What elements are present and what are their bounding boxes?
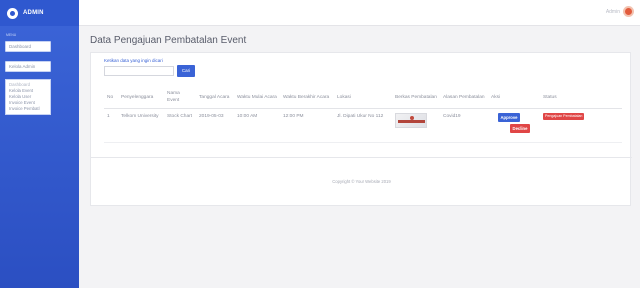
cell-tanggal: 2019-05-03 — [196, 108, 234, 143]
cell-status: Pengajuan Pembatalan — [540, 108, 622, 143]
col-no: No — [104, 86, 118, 109]
cell-lokasi: Jl. Dipati Ukur No 112 — [334, 108, 392, 143]
top-bar: ADMIN Admin — [0, 0, 640, 26]
sidebar-submenu: Dashboard Kelola Event Kelola User Invoi… — [5, 79, 51, 115]
brand-logo-icon — [7, 7, 18, 19]
col-waktu-berakhir: Waktu Berakhir Acara — [280, 86, 334, 109]
user-name[interactable]: Admin — [606, 9, 620, 15]
approve-button[interactable]: Approve — [498, 113, 520, 122]
brand[interactable]: ADMIN — [0, 0, 79, 26]
cell-nama-event: Stock Chart — [164, 108, 196, 143]
table-row: 1 Telkom University Stock Chart 2019-05-… — [104, 108, 622, 143]
cell-waktu-berakhir: 12:00 PM — [280, 108, 334, 143]
user-menu[interactable]: Admin — [606, 6, 634, 17]
sidebar-item-dashboard[interactable]: Dashboard — [5, 41, 51, 52]
divider — [91, 157, 632, 158]
document-thumbnail[interactable] — [395, 113, 427, 128]
col-tanggal-acara: Tanggal Acara — [196, 86, 234, 109]
sidebar: MENU Dashboard Kelola Admin Dashboard Ke… — [0, 26, 79, 288]
table-header-row: No Penyelenggara Nama Event Tanggal Acar… — [104, 86, 622, 109]
search-input[interactable] — [104, 66, 174, 76]
search-button[interactable]: Cari — [177, 65, 195, 77]
avatar[interactable] — [623, 6, 634, 17]
cancellation-table: No Penyelenggara Nama Event Tanggal Acar… — [104, 86, 622, 143]
cell-berkas — [392, 108, 440, 143]
search-label: Ketikan data yang ingin dicari — [104, 58, 163, 63]
cell-waktu-mulai: 10:00 AM — [234, 108, 280, 143]
col-lokasi: Lokasi — [334, 86, 392, 109]
col-penyelenggara: Penyelenggara — [118, 86, 164, 109]
status-badge: Pengajuan Pembatalan — [543, 113, 585, 120]
sidebar-section-label: MENU — [6, 33, 17, 37]
content-card: Ketikan data yang ingin dicari Cari No P… — [90, 52, 632, 206]
col-waktu-mulai: Waktu Mulai Acara — [234, 86, 280, 109]
cell-aksi: Approve Decline — [488, 108, 540, 143]
brand-label: ADMIN — [23, 10, 44, 16]
cell-penyelenggara: Telkom University — [118, 108, 164, 143]
cell-no: 1 — [104, 108, 118, 143]
decline-button[interactable]: Decline — [510, 124, 530, 133]
col-alasan: Alasan Pembatalan — [440, 86, 488, 109]
cell-alasan: Covid19 — [440, 108, 488, 143]
page-title: Data Pengajuan Pembatalan Event — [90, 35, 247, 46]
sidebar-item-kelola-admin[interactable]: Kelola Admin — [5, 61, 51, 72]
footer-copyright: Copyright © Your Website 2019 — [332, 179, 391, 184]
col-berkas: Berkas Pembatalan — [392, 86, 440, 109]
col-nama-event: Nama Event — [164, 86, 196, 109]
col-aksi: Aksi — [488, 86, 540, 109]
sidebar-item-invoice-pembatalan[interactable]: Invoice Pembatl — [9, 106, 47, 112]
col-status: Status — [540, 86, 622, 109]
